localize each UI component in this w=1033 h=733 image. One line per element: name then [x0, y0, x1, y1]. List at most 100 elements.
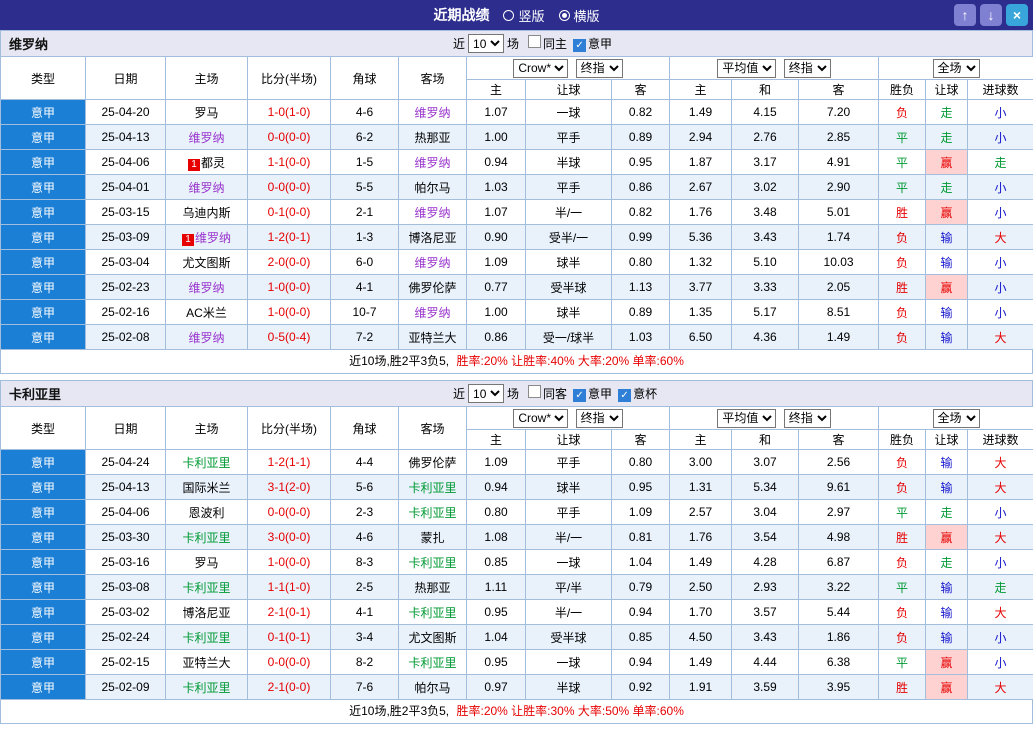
odds-source-select[interactable]: Crow*	[513, 58, 569, 78]
away-team-cell: 亚特兰大	[398, 324, 467, 350]
scope-group: 全场	[878, 56, 1033, 80]
avg-odds-cell: 5.01	[798, 199, 880, 225]
match-row: 意甲 25-03-09 1 维罗纳 1-2(0-1) 1-3 博洛尼亚 0.90 受半/一 0.9…	[0, 224, 1033, 250]
checked-checkbox[interactable]: ✓	[573, 39, 587, 52]
odds-cell: 0.90	[466, 224, 526, 250]
checked-checkbox[interactable]: ✓	[618, 389, 632, 402]
odds-time-select[interactable]: 终指	[575, 408, 623, 428]
away-team-cell: 卡利亚里	[398, 649, 467, 675]
filter-checkboxes: 同客 ✓ 意甲 ✓ 意杯	[522, 385, 657, 402]
score-cell: 1-2(0-1)	[247, 224, 331, 250]
result-cell: 赢	[925, 649, 969, 675]
checkbox-label: 意杯	[633, 387, 658, 401]
date-cell: 25-04-06	[85, 149, 166, 175]
away-team-cell: 热那亚	[398, 574, 467, 600]
scroll-down-button[interactable]: ↓	[980, 4, 1002, 26]
recent-count-select[interactable]: 10	[468, 384, 505, 403]
col-header-corner: 角球	[330, 406, 399, 450]
team-name-text: 热那亚	[414, 130, 451, 145]
result-cell: 负	[878, 549, 927, 575]
odds-cell: 0.77	[466, 274, 526, 300]
match-row: 意甲 25-04-06 1 都灵 1-1(0-0) 1-5 维罗纳 0.94 半球 0.95 1.8…	[0, 149, 1033, 175]
odds-cell: 0.92	[610, 674, 671, 700]
games-label: 场	[507, 387, 520, 401]
date-cell: 25-03-09	[85, 224, 166, 250]
scope-select[interactable]: 全场	[932, 58, 980, 78]
sub-header-avg-draw: 和	[731, 429, 800, 450]
average-odds-group: 平均值 终指	[669, 406, 880, 430]
odds-cell: 0.95	[610, 474, 671, 500]
home-team-cell: 维罗纳	[165, 324, 248, 350]
avg-odds-cell: 3.54	[731, 524, 800, 550]
average-time-select[interactable]: 终指	[783, 58, 831, 78]
scroll-up-button[interactable]: ↑	[954, 4, 976, 26]
odds-cell: 一球	[525, 99, 612, 125]
score-cell: 0-5(0-4)	[247, 324, 331, 350]
odds-cell: 半球	[525, 674, 612, 700]
corner-cell: 6-0	[330, 249, 399, 275]
result-cell: 负	[878, 449, 927, 475]
score-cell: 0-1(0-0)	[247, 199, 331, 225]
date-cell: 25-04-01	[85, 174, 166, 200]
result-cell: 胜	[878, 199, 927, 225]
unchecked-checkbox[interactable]	[528, 35, 542, 48]
odds-cell: 1.09	[466, 449, 526, 475]
sub-header-home-odds: 主	[466, 429, 526, 450]
home-team-cell: 卡利亚里	[165, 449, 248, 475]
date-cell: 25-02-16	[85, 299, 166, 325]
layout-radio-vertical[interactable]: 竖版	[503, 6, 545, 25]
unchecked-checkbox[interactable]	[528, 385, 542, 398]
close-button[interactable]: ×	[1006, 4, 1028, 26]
team-name-text: 卡利亚里	[182, 630, 231, 645]
score-cell: 3-0(0-0)	[247, 524, 331, 550]
odds-cell: 半/一	[525, 524, 612, 550]
filter-controls: 近 10 场 同客 ✓ 意甲 ✓ 意杯	[453, 384, 657, 403]
recent-count-select[interactable]: 10	[468, 34, 505, 53]
avg-odds-cell: 2.67	[669, 174, 733, 200]
team-name-text: 卡利亚里	[408, 555, 457, 570]
corner-cell: 7-2	[330, 324, 399, 350]
checked-checkbox[interactable]: ✓	[573, 389, 587, 402]
team-name-text: 帕尔马	[414, 680, 451, 695]
match-row: 意甲 25-04-01 维罗纳 0-0(0-0) 5-5 帕尔马 1.03 平手 0.86 2.6…	[0, 174, 1033, 200]
red-card-badge: 1	[181, 233, 194, 246]
home-team-cell: 亚特兰大	[165, 649, 248, 675]
score-cell: 1-1(1-0)	[247, 574, 331, 600]
result-cell: 走	[925, 174, 969, 200]
odds-cell: 受半球	[525, 274, 612, 300]
odds-source-select[interactable]: Crow*	[513, 408, 569, 428]
odds-time-select[interactable]: 终指	[575, 58, 623, 78]
summary-stats: 胜率:20% 让胜率:30% 大率:50% 单率:60%	[456, 704, 684, 718]
average-select[interactable]: 平均值	[717, 408, 777, 428]
odds-cell: 受一/球半	[525, 324, 612, 350]
result-cell: 小	[967, 549, 1033, 575]
layout-radio-horizontal[interactable]: 横版	[558, 6, 600, 25]
result-cell: 走	[967, 149, 1033, 175]
odds-cell: 0.80	[466, 499, 526, 525]
avg-odds-cell: 3.17	[731, 149, 800, 175]
avg-odds-cell: 2.97	[798, 499, 880, 525]
odds-cell: 1.11	[466, 574, 526, 600]
home-team-cell: 恩波利	[165, 499, 248, 525]
result-cell: 大	[967, 449, 1033, 475]
average-time-select[interactable]: 终指	[783, 408, 831, 428]
score-cell: 0-0(0-0)	[247, 124, 331, 150]
result-cell: 大	[967, 474, 1033, 500]
avg-odds-cell: 5.34	[731, 474, 800, 500]
home-team-cell: 卡利亚里	[165, 524, 248, 550]
team-name-text: 卡利亚里	[182, 455, 231, 470]
result-cell: 输	[925, 224, 969, 250]
avg-odds-cell: 10.03	[798, 249, 880, 275]
away-team-cell: 蒙扎	[398, 524, 467, 550]
avg-odds-cell: 1.91	[669, 674, 733, 700]
corner-cell: 7-6	[330, 674, 399, 700]
average-select[interactable]: 平均值	[717, 58, 777, 78]
match-row: 意甲 25-02-08 维罗纳 0-5(0-4) 7-2 亚特兰大 0.86 受一/球半 1.0…	[0, 324, 1033, 350]
team-name-text: 卡利亚里	[182, 530, 231, 545]
match-row: 意甲 25-03-30 卡利亚里 3-0(0-0) 4-6 蒙扎 1.08 半/一 0.81 1.…	[0, 524, 1033, 550]
corner-cell: 5-5	[330, 174, 399, 200]
league-cell: 意甲	[0, 174, 86, 200]
league-cell: 意甲	[0, 574, 86, 600]
scope-select[interactable]: 全场	[932, 408, 980, 428]
result-cell: 输	[925, 599, 969, 625]
